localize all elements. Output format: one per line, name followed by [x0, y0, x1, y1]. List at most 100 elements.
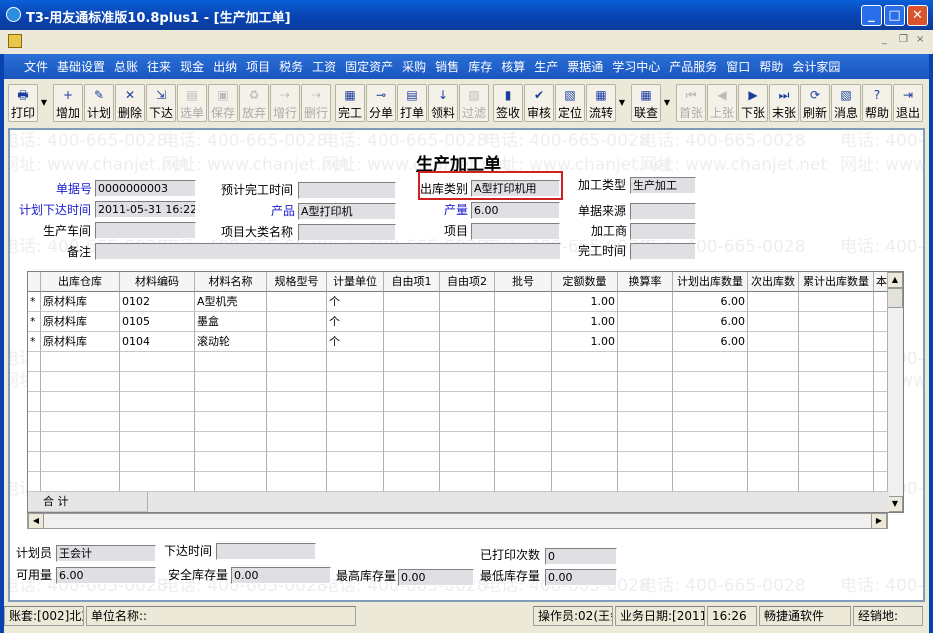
project-field[interactable] — [471, 223, 560, 240]
grid-cell[interactable]: 0104 — [120, 332, 195, 352]
grid-cell[interactable]: 滚动轮 — [195, 332, 267, 352]
grid-cell[interactable]: 0105 — [120, 312, 195, 332]
grid-cell[interactable] — [748, 392, 799, 412]
grid-cell[interactable] — [552, 452, 618, 472]
mdi-close-button[interactable]: × — [916, 34, 924, 45]
grid-cell[interactable] — [195, 372, 267, 392]
grid-cell[interactable] — [120, 472, 195, 492]
grid-cell[interactable] — [874, 392, 888, 412]
grid-cell[interactable] — [495, 352, 552, 372]
grid-cell[interactable] — [799, 432, 874, 452]
expected-finish-field[interactable] — [298, 182, 396, 199]
grid-cell[interactable]: 墨盒 — [195, 312, 267, 332]
toolbar-button[interactable]: ▤ 选单 — [177, 84, 207, 122]
toolbar-button[interactable]: ▧ 定位 — [555, 84, 585, 122]
grid-cell[interactable] — [552, 372, 618, 392]
grid-cell[interactable] — [495, 292, 552, 312]
grid-cell[interactable]: 1.00 — [552, 332, 618, 352]
grid-cell[interactable] — [120, 372, 195, 392]
scroll-left-button[interactable]: ◀ — [28, 513, 44, 529]
grid-cell[interactable] — [874, 472, 888, 492]
grid-cell[interactable] — [327, 352, 384, 372]
grid-cell[interactable] — [799, 412, 874, 432]
grid-cell[interactable] — [495, 472, 552, 492]
vertical-scrollbar[interactable]: ▲ ▼ — [887, 272, 903, 512]
grid-cell[interactable] — [495, 372, 552, 392]
grid-cell[interactable] — [495, 332, 552, 352]
grid-cell[interactable] — [618, 472, 673, 492]
available-field[interactable]: 6.00 — [56, 567, 156, 584]
grid-cell[interactable] — [327, 472, 384, 492]
grid-cell[interactable] — [440, 352, 495, 372]
grid-cell[interactable] — [440, 332, 495, 352]
grid-cell[interactable] — [267, 432, 327, 452]
printed-count-field[interactable]: 0 — [545, 548, 617, 565]
planner-field[interactable]: 王会计 — [56, 545, 156, 562]
grid-cell[interactable] — [748, 332, 799, 352]
grid-cell[interactable] — [874, 452, 888, 472]
grid-cell[interactable]: * — [28, 292, 41, 312]
grid-cell[interactable] — [874, 412, 888, 432]
grid-cell[interactable]: 原材料库 — [41, 332, 120, 352]
grid-cell[interactable] — [28, 392, 41, 412]
menu-item[interactable]: 往来 — [147, 58, 171, 75]
grid-cell[interactable] — [552, 352, 618, 372]
grid-cell[interactable] — [120, 392, 195, 412]
menu-item[interactable]: 票据通 — [567, 58, 603, 75]
grid-cell[interactable]: 换算率 — [618, 272, 673, 292]
grid-cell[interactable] — [874, 432, 888, 452]
grid-cell[interactable] — [28, 352, 41, 372]
grid-cell[interactable]: * — [28, 332, 41, 352]
grid-cell[interactable] — [41, 372, 120, 392]
grid-cell[interactable] — [267, 372, 327, 392]
grid-cell[interactable]: 累计出库数量 — [799, 272, 874, 292]
grid-cell[interactable] — [673, 472, 748, 492]
grid-cell[interactable] — [327, 392, 384, 412]
processor-field[interactable] — [630, 223, 696, 240]
grid-cell[interactable] — [748, 412, 799, 432]
grid-cell[interactable] — [195, 472, 267, 492]
grid-cell[interactable]: 个 — [327, 312, 384, 332]
grid-cell[interactable] — [618, 452, 673, 472]
grid-cell[interactable] — [41, 432, 120, 452]
scroll-right-button[interactable]: ▶ — [871, 513, 887, 529]
grid-cell[interactable] — [495, 432, 552, 452]
grid-cell[interactable] — [618, 292, 673, 312]
maximize-button[interactable]: □ — [884, 5, 905, 26]
horizontal-scrollbar[interactable]: ◀ ▶ — [27, 513, 888, 529]
grid-cell[interactable]: 规格型号 — [267, 272, 327, 292]
safety-stock-field[interactable]: 0.00 — [231, 567, 331, 584]
grid-cell[interactable]: 1.00 — [552, 292, 618, 312]
dropdown-arrow-icon[interactable]: ▼ — [39, 84, 49, 122]
grid-cell[interactable] — [120, 352, 195, 372]
grid-cell[interactable] — [28, 372, 41, 392]
grid-cell[interactable] — [799, 312, 874, 332]
grid-cell[interactable] — [748, 352, 799, 372]
scroll-down-button[interactable]: ▼ — [887, 496, 903, 512]
grid-cell[interactable] — [41, 412, 120, 432]
grid-cell[interactable] — [384, 332, 440, 352]
grid-cell[interactable] — [874, 352, 888, 372]
grid-cell[interactable] — [673, 352, 748, 372]
grid-cell[interactable] — [384, 292, 440, 312]
grid-cell[interactable]: 自由项2 — [440, 272, 495, 292]
menu-item[interactable]: 产品服务 — [669, 58, 717, 75]
doc-no-field[interactable]: 0000000003 — [95, 180, 196, 197]
grid-cell[interactable] — [440, 292, 495, 312]
remark-field[interactable] — [95, 243, 561, 260]
grid-cell[interactable] — [748, 292, 799, 312]
process-type-field[interactable]: 生产加工 — [630, 177, 696, 194]
menu-item[interactable]: 核算 — [501, 58, 525, 75]
grid-cell[interactable] — [384, 372, 440, 392]
grid-cell[interactable]: 0102 — [120, 292, 195, 312]
grid-cell[interactable] — [799, 392, 874, 412]
menu-item[interactable]: 工资 — [312, 58, 336, 75]
grid-cell[interactable] — [874, 292, 888, 312]
toolbar-button[interactable]: ↓ 领料 — [428, 84, 458, 122]
output-field[interactable]: 6.00 — [471, 202, 560, 219]
grid-cell[interactable] — [748, 372, 799, 392]
grid-cell[interactable] — [384, 452, 440, 472]
grid-cell[interactable] — [618, 432, 673, 452]
toolbar-button[interactable]: ? 帮助 — [862, 84, 892, 122]
menu-item[interactable]: 出纳 — [213, 58, 237, 75]
